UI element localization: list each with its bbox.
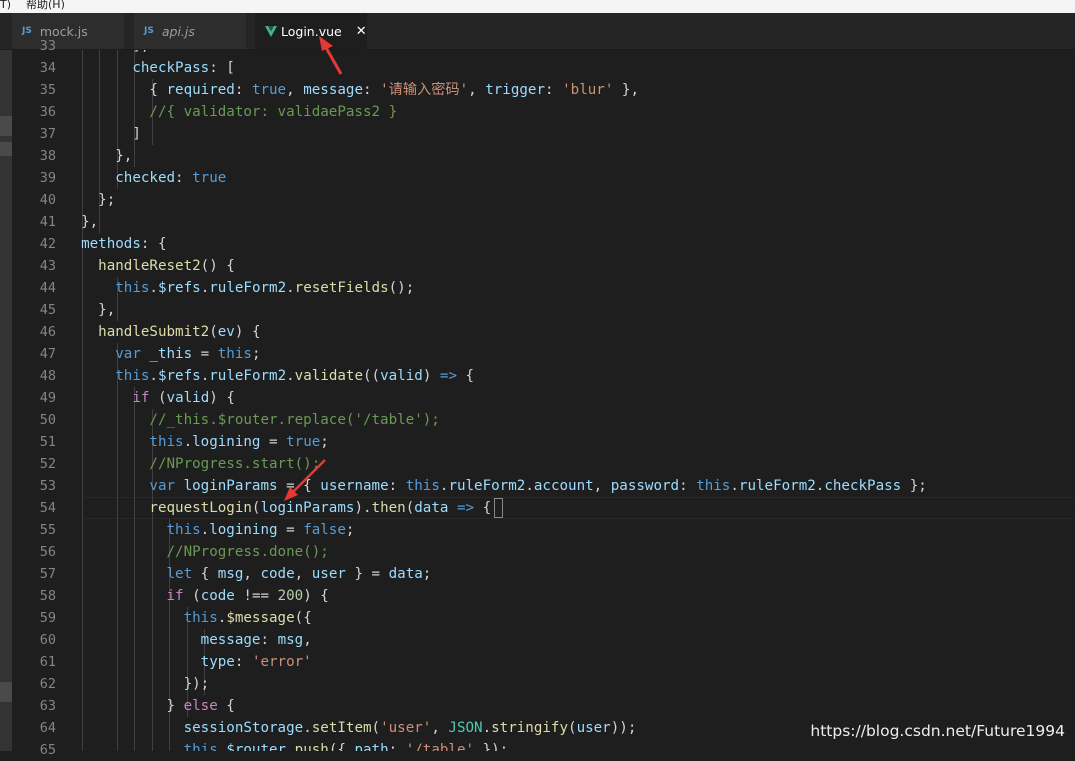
tab-label: Login.vue: [281, 23, 342, 39]
menu-item-help[interactable]: 帮助(H): [26, 0, 65, 11]
line-number: 62: [39, 676, 56, 692]
activity-strip: [0, 50, 12, 751]
js-file-icon: JS: [144, 26, 154, 36]
strip-marker: [0, 116, 12, 136]
line-number: 55: [39, 522, 56, 538]
menu-bar: T) 帮助(H): [0, 0, 1075, 13]
line-number: 60: [39, 632, 56, 648]
close-icon[interactable]: ✕: [356, 24, 367, 39]
line-number: 58: [39, 588, 56, 604]
code-line: ],: [64, 50, 149, 57]
code-line: sessionStorage.setItem('user', JSON.stri…: [183, 720, 637, 736]
code-line: //{ validator: validaePass2 }: [149, 104, 398, 120]
strip-marker: [0, 142, 12, 156]
code-line: },: [64, 214, 99, 230]
line-number: 38: [39, 148, 56, 164]
code-line: //_this.$router.replace('/table');: [149, 412, 440, 428]
tab-api-js[interactable]: JS api.js: [134, 13, 247, 49]
code-line: if (code !== 200) {: [166, 588, 329, 604]
code-line: },: [64, 302, 116, 318]
menu-item-tools[interactable]: T): [0, 0, 11, 11]
line-number: 40: [39, 192, 56, 208]
line-number-gutter: 33 34 35 36 37 38 39 40 41 42 43 44 45 46 47 48 49 50 51 52…: [12, 38, 58, 758]
tab-login-vue[interactable]: Login.vue ✕: [255, 13, 368, 49]
code-line: },: [64, 148, 133, 164]
strip-marker: [0, 682, 12, 702]
code-line: methods: {: [81, 236, 167, 252]
watermark: https://blog.csdn.net/Future1994: [810, 722, 1065, 740]
code-line: this.$router.push({ path: '/table' });: [183, 742, 509, 751]
line-number: 41: [39, 214, 56, 230]
code-line: var _this = this;: [115, 346, 261, 362]
code-line: { required: true, message: '请输入密码', trig…: [64, 82, 639, 98]
code-line: });: [64, 676, 210, 692]
line-number: 54: [39, 500, 56, 516]
code-line: //NProgress.done();: [166, 544, 329, 560]
line-number: 45: [39, 302, 56, 318]
vue-icon: [265, 25, 277, 37]
line-number: 47: [39, 346, 56, 362]
line-number: 56: [39, 544, 56, 560]
line-number: 50: [39, 412, 56, 428]
line-number: 57: [39, 566, 56, 582]
line-number: 59: [39, 610, 56, 626]
line-number: 63: [39, 698, 56, 714]
line-number: 35: [39, 82, 56, 98]
line-number: 61: [39, 654, 56, 670]
code-line: message: msg,: [200, 632, 312, 648]
line-number: 53: [39, 478, 56, 494]
line-number: 51: [39, 434, 56, 450]
editor-tab-bar: JS mock.js JS api.js Login.vue ✕: [0, 13, 1075, 50]
code-editor[interactable]: ], checkPass: [ { required: true, messag…: [58, 50, 1075, 751]
line-number: 43: [39, 258, 56, 274]
code-line: type: 'error': [200, 654, 312, 670]
line-number: 48: [39, 368, 56, 384]
line-number: 34: [39, 60, 56, 76]
line-number: 42: [39, 236, 56, 252]
code-line: this.logining = false;: [166, 522, 355, 538]
bracket-match-highlight: [494, 498, 504, 518]
line-number: 39: [39, 170, 56, 186]
code-line: this.logining = true;: [149, 434, 329, 450]
line-number: 33: [39, 38, 56, 54]
tab-label: api.js: [161, 23, 195, 39]
code-line: var loginParams = { username: this.ruleF…: [149, 478, 927, 494]
code-line: this.$refs.ruleForm2.validate((valid) =>…: [115, 368, 475, 384]
code-line: this.$refs.ruleForm2.resetFields();: [115, 280, 415, 296]
line-number: 46: [39, 324, 56, 340]
line-number: 36: [39, 104, 56, 120]
code-line: checkPass: [: [132, 60, 235, 76]
line-number: 52: [39, 456, 56, 472]
code-line: ]: [64, 126, 141, 142]
code-line: //NProgress.start();: [149, 456, 321, 472]
code-line: let { msg, code, user } = data;: [166, 566, 432, 582]
line-number: 49: [39, 390, 56, 406]
code-line: this.$message({: [183, 610, 312, 626]
line-number: 64: [39, 720, 56, 736]
code-line: if (valid) {: [132, 390, 235, 406]
code-line: handleSubmit2(ev) {: [98, 324, 261, 340]
code-line: handleReset2() {: [98, 258, 235, 274]
line-number: 37: [39, 126, 56, 142]
code-line: };: [64, 192, 116, 208]
line-number: 44: [39, 280, 56, 296]
line-number: 65: [39, 742, 56, 758]
code-line: requestLogin(loginParams).then(data => {: [149, 500, 492, 516]
code-line: checked: true: [115, 170, 227, 186]
code-line: } else {: [64, 698, 235, 714]
